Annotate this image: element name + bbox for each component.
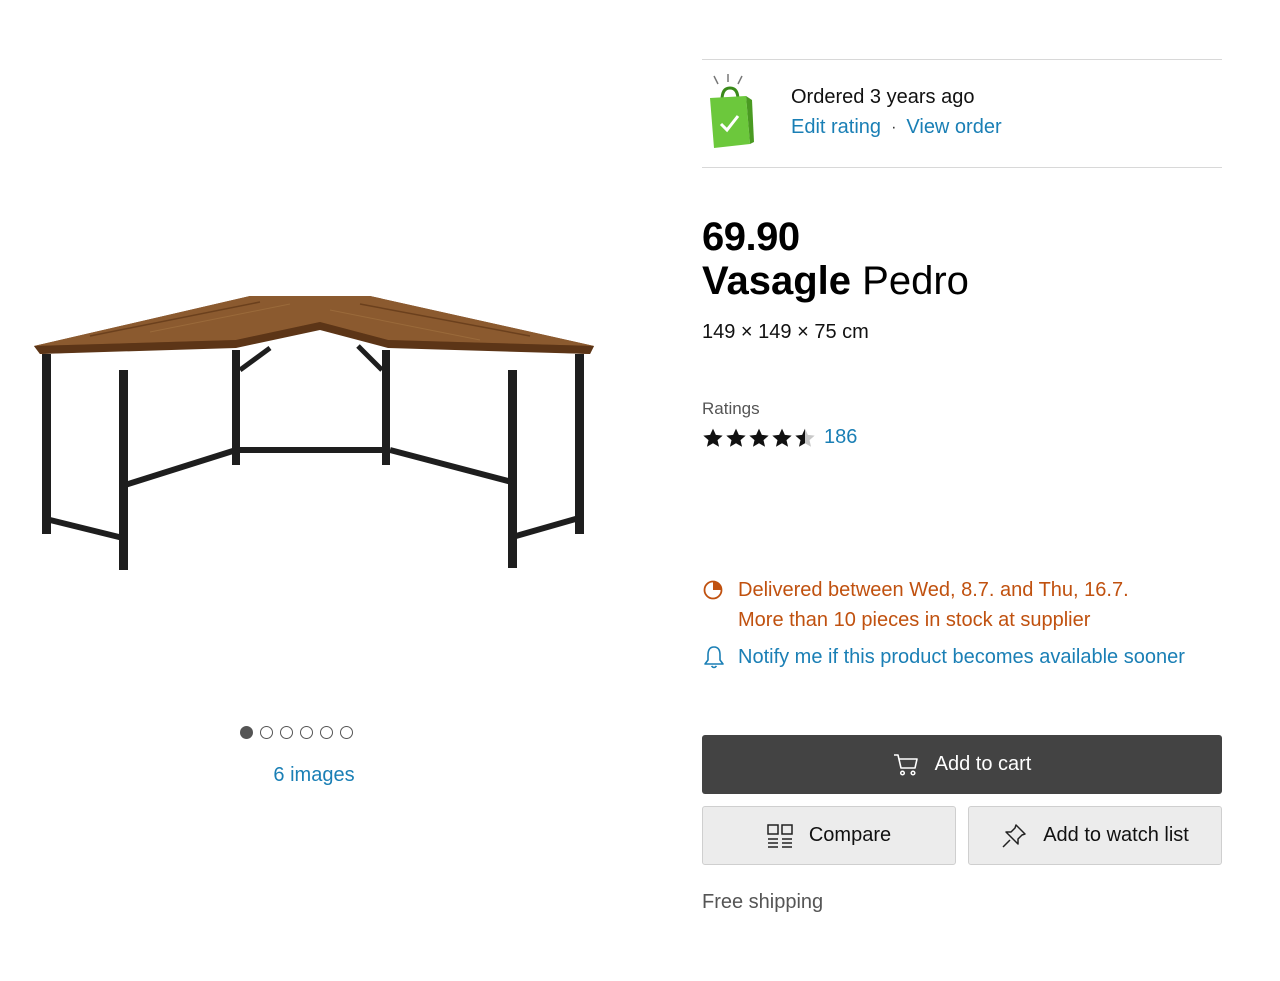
rating-count-link[interactable]: 186 xyxy=(824,426,857,449)
gallery-dot[interactable] xyxy=(320,726,333,739)
notify-label: Notify me if this product becomes availa… xyxy=(738,645,1185,668)
product-price: 69.90 xyxy=(702,215,800,259)
notify-availability-link[interactable]: Notify me if this product becomes availa… xyxy=(702,644,1185,670)
product-image[interactable] xyxy=(30,270,600,590)
images-count-link[interactable]: 6 images xyxy=(240,764,388,787)
compare-label: Compare xyxy=(808,824,892,846)
add-to-cart-button[interactable]: Add to cart xyxy=(702,735,1222,794)
add-to-cart-label: Add to cart xyxy=(934,753,1032,775)
star-rating xyxy=(702,427,816,449)
link-separator: · xyxy=(891,118,897,136)
cart-icon xyxy=(893,753,918,776)
star-icon xyxy=(772,428,792,447)
gallery-dot[interactable] xyxy=(300,726,313,739)
clock-icon xyxy=(703,580,723,600)
delivery-window: Delivered between Wed, 8.7. and Thu, 16.… xyxy=(738,579,1129,601)
star-icon xyxy=(749,428,769,447)
watch-list-label: Add to watch list xyxy=(1043,824,1189,846)
compare-button[interactable]: Compare xyxy=(702,806,956,865)
edit-rating-link[interactable]: Edit rating xyxy=(791,116,881,139)
bell-icon xyxy=(704,646,724,669)
order-status: Ordered 3 years ago xyxy=(791,86,975,108)
divider xyxy=(702,167,1222,168)
shopping-bag-icon xyxy=(704,72,756,152)
product-brand[interactable]: Vasagle xyxy=(702,259,851,303)
gallery-dot[interactable] xyxy=(260,726,273,739)
star-icon xyxy=(703,428,723,447)
ratings-row[interactable]: 186 xyxy=(702,426,857,449)
product-dimensions: 149 × 149 × 75 cm xyxy=(702,321,869,343)
gallery-pagination xyxy=(240,726,353,739)
product-title: Vasagle Pedro xyxy=(702,259,969,304)
order-links: Edit rating · View order xyxy=(791,116,1002,139)
pin-icon xyxy=(1002,823,1026,848)
shipping-info: Free shipping xyxy=(702,891,824,913)
gallery-dot[interactable] xyxy=(280,726,293,739)
compare-icon xyxy=(767,823,793,848)
ratings-label: Ratings xyxy=(702,399,760,418)
product-name: Pedro xyxy=(862,259,969,303)
stock-status: More than 10 pieces in stock at supplier xyxy=(738,609,1091,631)
gallery-dot[interactable] xyxy=(340,726,353,739)
divider xyxy=(702,59,1222,60)
star-icon xyxy=(726,428,746,447)
view-order-link[interactable]: View order xyxy=(906,116,1001,139)
star-icon xyxy=(795,428,815,447)
delivery-info: Delivered between Wed, 8.7. and Thu, 16.… xyxy=(702,575,1222,635)
gallery-dot[interactable] xyxy=(240,726,253,739)
add-to-watch-list-button[interactable]: Add to watch list xyxy=(968,806,1222,865)
